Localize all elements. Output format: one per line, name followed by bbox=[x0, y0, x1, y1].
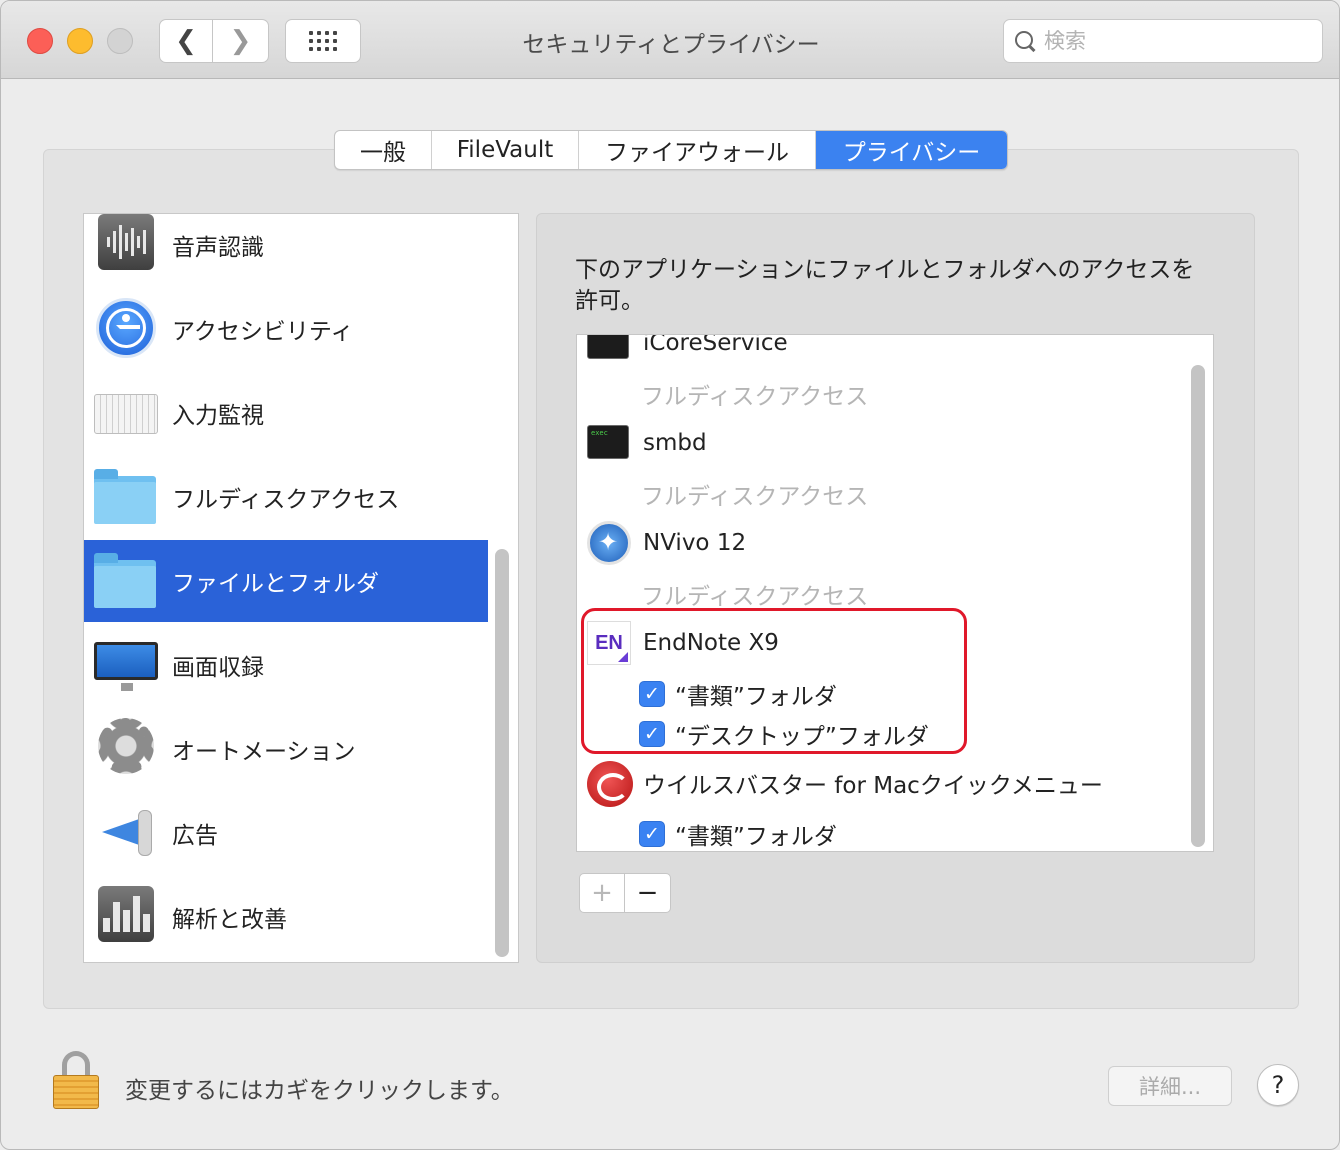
app-row-virusbuster[interactable]: ウイルスバスター for Macクイックメニュー bbox=[577, 759, 1177, 807]
category-speech-recognition[interactable]: 音声認識 bbox=[84, 214, 488, 286]
lock-icon[interactable] bbox=[53, 1051, 99, 1109]
search-field[interactable] bbox=[1003, 19, 1323, 63]
grid-icon bbox=[309, 31, 337, 51]
app-sub-label: フルディスクアクセス bbox=[641, 384, 869, 410]
permission-label: “書類”フォルダ bbox=[675, 824, 837, 850]
app-list[interactable]: iCoreService フルディスクアクセス exec smbd フルディスク… bbox=[576, 334, 1214, 852]
category-files-and-folders[interactable]: ファイルとフォルダ bbox=[84, 540, 488, 622]
tab-privacy[interactable]: プライバシー bbox=[816, 131, 1007, 169]
keyboard-icon bbox=[94, 382, 158, 444]
speech-recognition-icon bbox=[94, 214, 158, 276]
app-name: ウイルスバスター for Macクイックメニュー bbox=[643, 773, 1103, 799]
add-remove-buttons: + − bbox=[579, 873, 671, 913]
category-label: ファイルとフォルダ bbox=[172, 571, 379, 597]
app-row-icoreservice[interactable]: iCoreService bbox=[577, 334, 1177, 365]
category-label: 広告 bbox=[172, 823, 218, 849]
forward-button[interactable]: ❯ bbox=[213, 19, 269, 63]
chevron-right-icon: ❯ bbox=[229, 26, 252, 56]
help-button[interactable]: ? bbox=[1257, 1064, 1299, 1106]
category-label: アクセシビリティ bbox=[172, 319, 354, 345]
checkbox-checked-icon[interactable]: ✓ bbox=[639, 821, 665, 847]
lock-hint-text: 変更するにはカギをクリックします。 bbox=[125, 1078, 514, 1104]
tab-firewall[interactable]: ファイアウォール bbox=[579, 131, 816, 169]
app-list-scrollbar[interactable] bbox=[1191, 365, 1205, 847]
category-label: オートメーション bbox=[172, 739, 356, 765]
category-advertising[interactable]: 広告 bbox=[84, 792, 488, 874]
trend-micro-icon bbox=[587, 761, 633, 807]
app-sub-label: フルディスクアクセス bbox=[641, 584, 869, 610]
category-label: フルディスクアクセス bbox=[172, 487, 400, 513]
tab-general[interactable]: 一般 bbox=[335, 131, 432, 169]
category-automation[interactable]: オートメーション bbox=[84, 708, 488, 790]
category-list-scrollbar[interactable] bbox=[495, 549, 509, 957]
category-label: 画面収録 bbox=[172, 655, 264, 681]
app-row-nvivo[interactable]: NVivo 12 bbox=[577, 521, 1177, 565]
search-input[interactable] bbox=[1044, 29, 1304, 53]
analytics-icon bbox=[94, 886, 158, 948]
tab-bar: 一般 FileVault ファイアウォール プライバシー bbox=[334, 130, 1008, 170]
terminal-icon bbox=[587, 335, 631, 365]
category-label: 入力監視 bbox=[172, 403, 264, 429]
highlight-annotation bbox=[581, 608, 967, 754]
minimize-window-button[interactable] bbox=[67, 28, 93, 54]
app-name: smbd bbox=[643, 430, 707, 456]
nvivo-icon bbox=[587, 521, 631, 565]
gear-icon bbox=[94, 718, 158, 780]
app-name: iCoreService bbox=[643, 334, 788, 356]
tab-filevault[interactable]: FileVault bbox=[432, 131, 579, 169]
accessibility-icon bbox=[94, 298, 158, 360]
app-row-smbd[interactable]: exec smbd bbox=[577, 421, 1177, 465]
remove-app-button[interactable]: − bbox=[625, 874, 670, 912]
folder-icon bbox=[94, 550, 158, 612]
display-icon bbox=[94, 634, 158, 696]
title-bar: ❮ ❯ セキュリティとプライバシー bbox=[1, 1, 1339, 79]
category-input-monitoring[interactable]: 入力監視 bbox=[84, 372, 488, 454]
category-label: 解析と改善 bbox=[172, 907, 287, 933]
category-label: 音声認識 bbox=[172, 235, 264, 261]
app-name: NVivo 12 bbox=[643, 530, 747, 556]
preferences-window: ❮ ❯ セキュリティとプライバシー 一般 FileVault ファイアウォール … bbox=[0, 0, 1340, 1150]
zoom-window-button[interactable] bbox=[107, 28, 133, 54]
search-icon bbox=[1014, 30, 1036, 52]
permission-documents-folder[interactable]: ✓ “書類”フォルダ bbox=[639, 817, 837, 851]
privacy-category-list[interactable]: 音声認識 アクセシビリティ 入力監視 フルディスクアクセス ファイルとフォルダ … bbox=[83, 213, 519, 963]
advanced-button[interactable]: 詳細... bbox=[1108, 1066, 1232, 1106]
app-sub-label: フルディスクアクセス bbox=[641, 484, 869, 510]
close-window-button[interactable] bbox=[27, 28, 53, 54]
back-button[interactable]: ❮ bbox=[159, 19, 213, 63]
chevron-left-icon: ❮ bbox=[175, 26, 197, 56]
category-screen-recording[interactable]: 画面収録 bbox=[84, 624, 488, 706]
show-all-button[interactable] bbox=[285, 19, 361, 63]
category-full-disk-access[interactable]: フルディスクアクセス bbox=[84, 456, 488, 538]
category-analytics[interactable]: 解析と改善 bbox=[84, 876, 488, 958]
window-title: セキュリティとプライバシー bbox=[522, 32, 820, 58]
panel-description: 下のアプリケーションにファイルとフォルダへのアクセスを許可。 bbox=[575, 257, 1195, 314]
add-app-button[interactable]: + bbox=[580, 874, 625, 912]
exec-label: exec bbox=[587, 425, 629, 459]
category-accessibility[interactable]: アクセシビリティ bbox=[84, 288, 488, 370]
megaphone-icon bbox=[94, 802, 158, 864]
terminal-icon: exec bbox=[587, 421, 631, 465]
folder-icon bbox=[94, 466, 158, 528]
